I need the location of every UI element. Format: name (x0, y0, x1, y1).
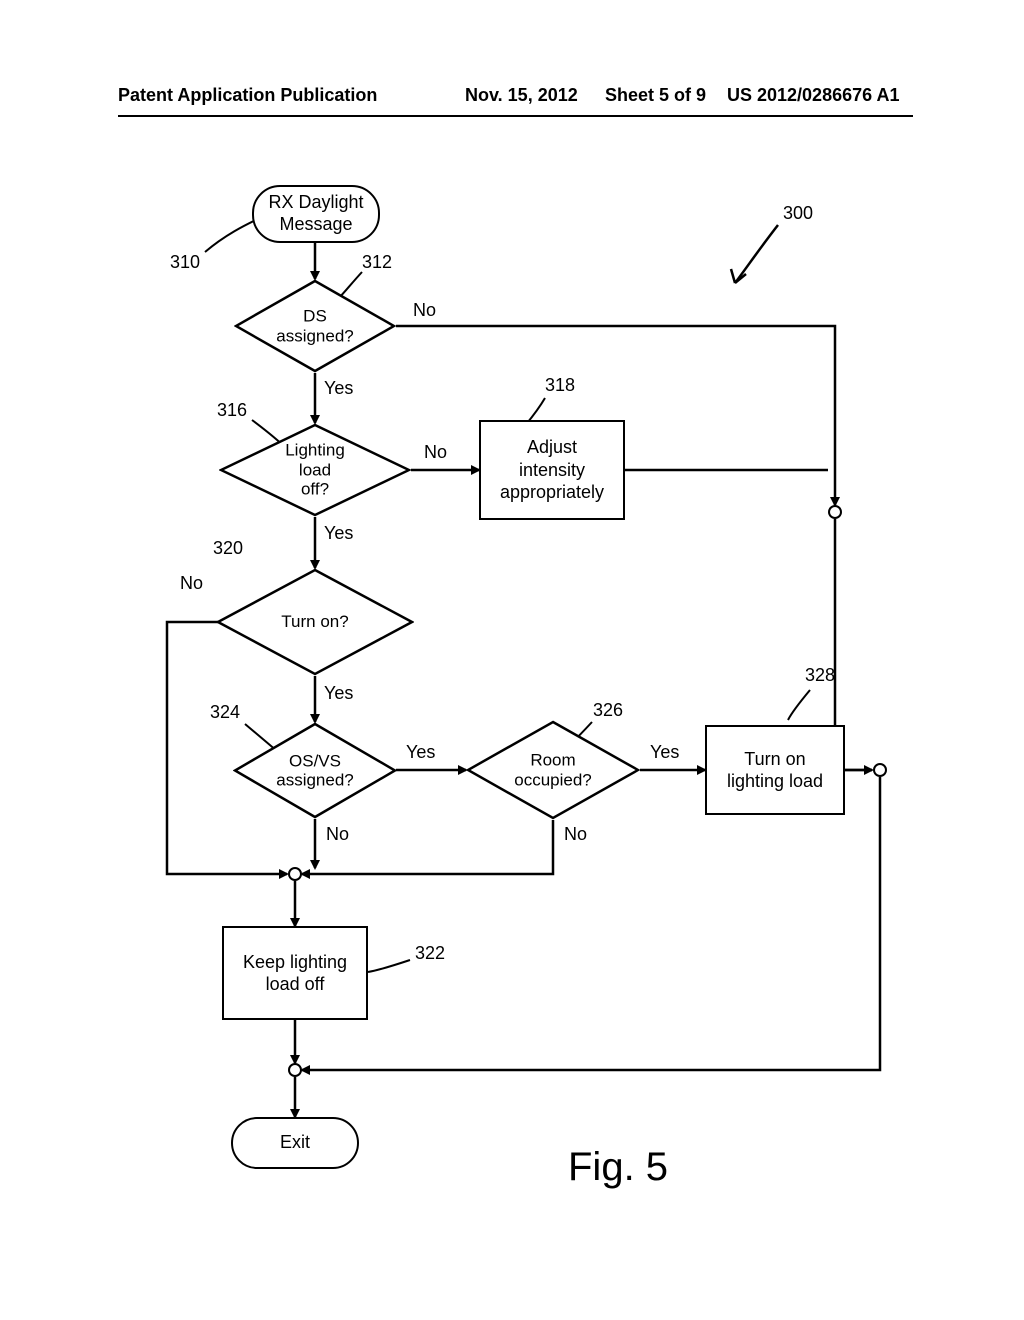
ref-326: 326 (593, 700, 623, 721)
terminator-exit: Exit (231, 1117, 359, 1169)
decision-turnon-label: Turn on? (281, 612, 348, 632)
terminator-exit-label: Exit (280, 1132, 310, 1154)
process-turn-on-label: Turn on lighting load (727, 748, 823, 793)
branch-turnon-yes: Yes (324, 683, 353, 704)
process-keep-off-label: Keep lighting load off (243, 951, 347, 996)
branch-turnon-no: No (180, 573, 203, 594)
decision-room: Room occupied? (466, 720, 640, 820)
ref-318: 318 (545, 375, 575, 396)
branch-room-yes: Yes (650, 742, 679, 763)
junction-4 (288, 1063, 302, 1077)
decision-lighting-label: Lighting load off? (267, 441, 363, 500)
process-keep-off: Keep lighting load off (222, 926, 368, 1020)
branch-ds-yes: Yes (324, 378, 353, 399)
junction-3 (288, 867, 302, 881)
decision-ds-label: DS assigned? (276, 306, 354, 345)
branch-osvs-yes: Yes (406, 742, 435, 763)
decision-ds-assigned: DS assigned? (234, 279, 396, 373)
process-turn-on: Turn on lighting load (705, 725, 845, 815)
ref-328: 328 (805, 665, 835, 686)
decision-osvs: OS/VS assigned? (233, 722, 397, 819)
junction-1 (828, 505, 842, 519)
decision-room-label: Room occupied? (514, 750, 592, 789)
ref-300: 300 (783, 203, 813, 224)
figure-label: Fig. 5 (568, 1145, 668, 1190)
decision-lighting-off: Lighting load off? (219, 423, 411, 517)
branch-osvs-no: No (326, 824, 349, 845)
ref-310: 310 (170, 252, 200, 273)
decision-osvs-label: OS/VS assigned? (276, 751, 354, 790)
terminator-start-label: RX Daylight Message (268, 192, 363, 235)
flowchart-canvas: RX Daylight Message DS assigned? Lightin… (0, 0, 1024, 1320)
branch-ds-no: No (413, 300, 436, 321)
junction-2 (873, 763, 887, 777)
branch-off-yes: Yes (324, 523, 353, 544)
terminator-start: RX Daylight Message (252, 185, 380, 243)
process-adjust-label: Adjust intensity appropriately (500, 436, 604, 504)
ref-324: 324 (210, 702, 240, 723)
decision-turn-on: Turn on? (216, 568, 414, 676)
flow-lines (0, 0, 1024, 1320)
ref-316: 316 (217, 400, 247, 421)
process-adjust: Adjust intensity appropriately (479, 420, 625, 520)
branch-off-no: No (424, 442, 447, 463)
ref-320: 320 (213, 538, 243, 559)
ref-322: 322 (415, 943, 445, 964)
branch-room-no: No (564, 824, 587, 845)
ref-312: 312 (362, 252, 392, 273)
